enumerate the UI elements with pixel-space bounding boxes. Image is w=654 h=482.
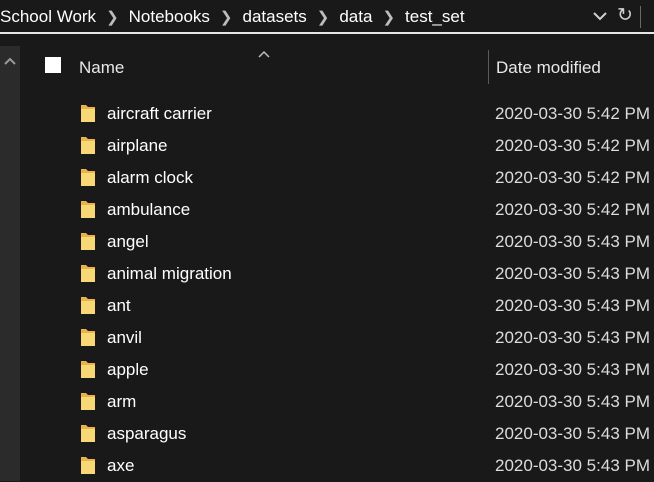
file-name: animal migration	[107, 264, 232, 283]
file-name: arm	[107, 392, 137, 411]
folder-icon	[80, 231, 96, 251]
file-name: asparagus	[107, 424, 187, 443]
breadcrumb-item-data[interactable]: data	[339, 7, 372, 27]
list-item[interactable]: aircraft carrier 2020-03-30 5:42 PM	[24, 98, 654, 130]
refresh-icon[interactable]: ↻	[614, 4, 636, 28]
column-header-row: Name Date modified	[24, 46, 654, 90]
date-modified: 2020-03-30 5:43 PM	[495, 424, 650, 443]
file-name: ant	[107, 296, 131, 315]
folder-icon	[80, 199, 96, 219]
file-name: aircraft carrier	[107, 104, 212, 123]
list-item[interactable]: axe 2020-03-30 5:43 PM	[24, 450, 654, 482]
file-name: airplane	[107, 136, 168, 155]
date-modified: 2020-03-30 5:43 PM	[495, 264, 650, 283]
chevron-right-icon[interactable]: ❯	[317, 8, 330, 26]
breadcrumb-item-notebooks[interactable]: Notebooks	[129, 7, 210, 27]
folder-icon	[80, 359, 96, 379]
date-modified: 2020-03-30 5:43 PM	[495, 296, 650, 315]
chevron-right-icon[interactable]: ❯	[106, 8, 119, 26]
file-name: ambulance	[107, 200, 191, 219]
navigation-pane-scrollbar[interactable]	[0, 46, 20, 481]
list-item[interactable]: ambulance 2020-03-30 5:42 PM	[24, 194, 654, 226]
folder-icon	[80, 135, 96, 155]
column-header-date-modified[interactable]: Date modified	[496, 58, 601, 78]
select-all-checkbox[interactable]	[45, 57, 61, 73]
file-rows: aircraft carrier 2020-03-30 5:42 PM airpla…	[24, 98, 654, 482]
list-item[interactable]: animal migration 2020-03-30 5:43 PM	[24, 258, 654, 290]
date-modified: 2020-03-30 5:43 PM	[495, 392, 650, 411]
date-modified: 2020-03-30 5:42 PM	[495, 104, 650, 123]
chevron-down-icon[interactable]	[588, 4, 612, 28]
breadcrumb-item-datasets[interactable]: datasets	[243, 7, 307, 27]
file-name: apple	[107, 360, 149, 379]
chevron-right-icon[interactable]: ❯	[220, 8, 233, 26]
folder-icon	[80, 327, 96, 347]
list-item[interactable]: anvil 2020-03-30 5:43 PM	[24, 322, 654, 354]
chevron-right-icon[interactable]: ❯	[382, 8, 395, 26]
address-bar-divider	[640, 6, 641, 28]
list-item[interactable]: arm 2020-03-30 5:43 PM	[24, 386, 654, 418]
file-name: axe	[107, 456, 135, 475]
sort-ascending-icon	[257, 45, 271, 58]
date-modified: 2020-03-30 5:43 PM	[495, 328, 650, 347]
address-bar[interactable]: School Work ❯ Notebooks ❯ datasets ❯ dat…	[0, 0, 654, 34]
column-header-name[interactable]: Name	[79, 58, 124, 78]
file-name: anvil	[107, 328, 142, 347]
folder-icon	[80, 167, 96, 187]
breadcrumb: School Work ❯ Notebooks ❯ datasets ❯ dat…	[0, 0, 465, 34]
breadcrumb-item-test-set[interactable]: test_set	[405, 7, 465, 27]
list-item[interactable]: ant 2020-03-30 5:43 PM	[24, 290, 654, 322]
date-modified: 2020-03-30 5:42 PM	[495, 200, 650, 219]
breadcrumb-item-school-work[interactable]: School Work	[0, 7, 96, 27]
date-modified: 2020-03-30 5:43 PM	[495, 232, 650, 251]
list-item[interactable]: airplane 2020-03-30 5:42 PM	[24, 130, 654, 162]
folder-icon	[80, 391, 96, 411]
list-item[interactable]: alarm clock 2020-03-30 5:42 PM	[24, 162, 654, 194]
list-item[interactable]: angel 2020-03-30 5:43 PM	[24, 226, 654, 258]
date-modified: 2020-03-30 5:42 PM	[495, 168, 650, 187]
file-name: alarm clock	[107, 168, 193, 187]
folder-icon	[80, 423, 96, 443]
scroll-up-icon[interactable]	[3, 54, 17, 66]
file-list: Name Date modified aircraft carrier 2020-…	[24, 46, 654, 481]
file-name: angel	[107, 232, 149, 251]
date-modified: 2020-03-30 5:42 PM	[495, 136, 650, 155]
folder-icon	[80, 263, 96, 283]
date-modified: 2020-03-30 5:43 PM	[495, 456, 650, 475]
date-modified: 2020-03-30 5:43 PM	[495, 360, 650, 379]
folder-icon	[80, 295, 96, 315]
folder-icon	[80, 103, 96, 123]
column-divider[interactable]	[488, 50, 489, 84]
list-item[interactable]: apple 2020-03-30 5:43 PM	[24, 354, 654, 386]
folder-icon	[80, 455, 96, 475]
list-item[interactable]: asparagus 2020-03-30 5:43 PM	[24, 418, 654, 450]
